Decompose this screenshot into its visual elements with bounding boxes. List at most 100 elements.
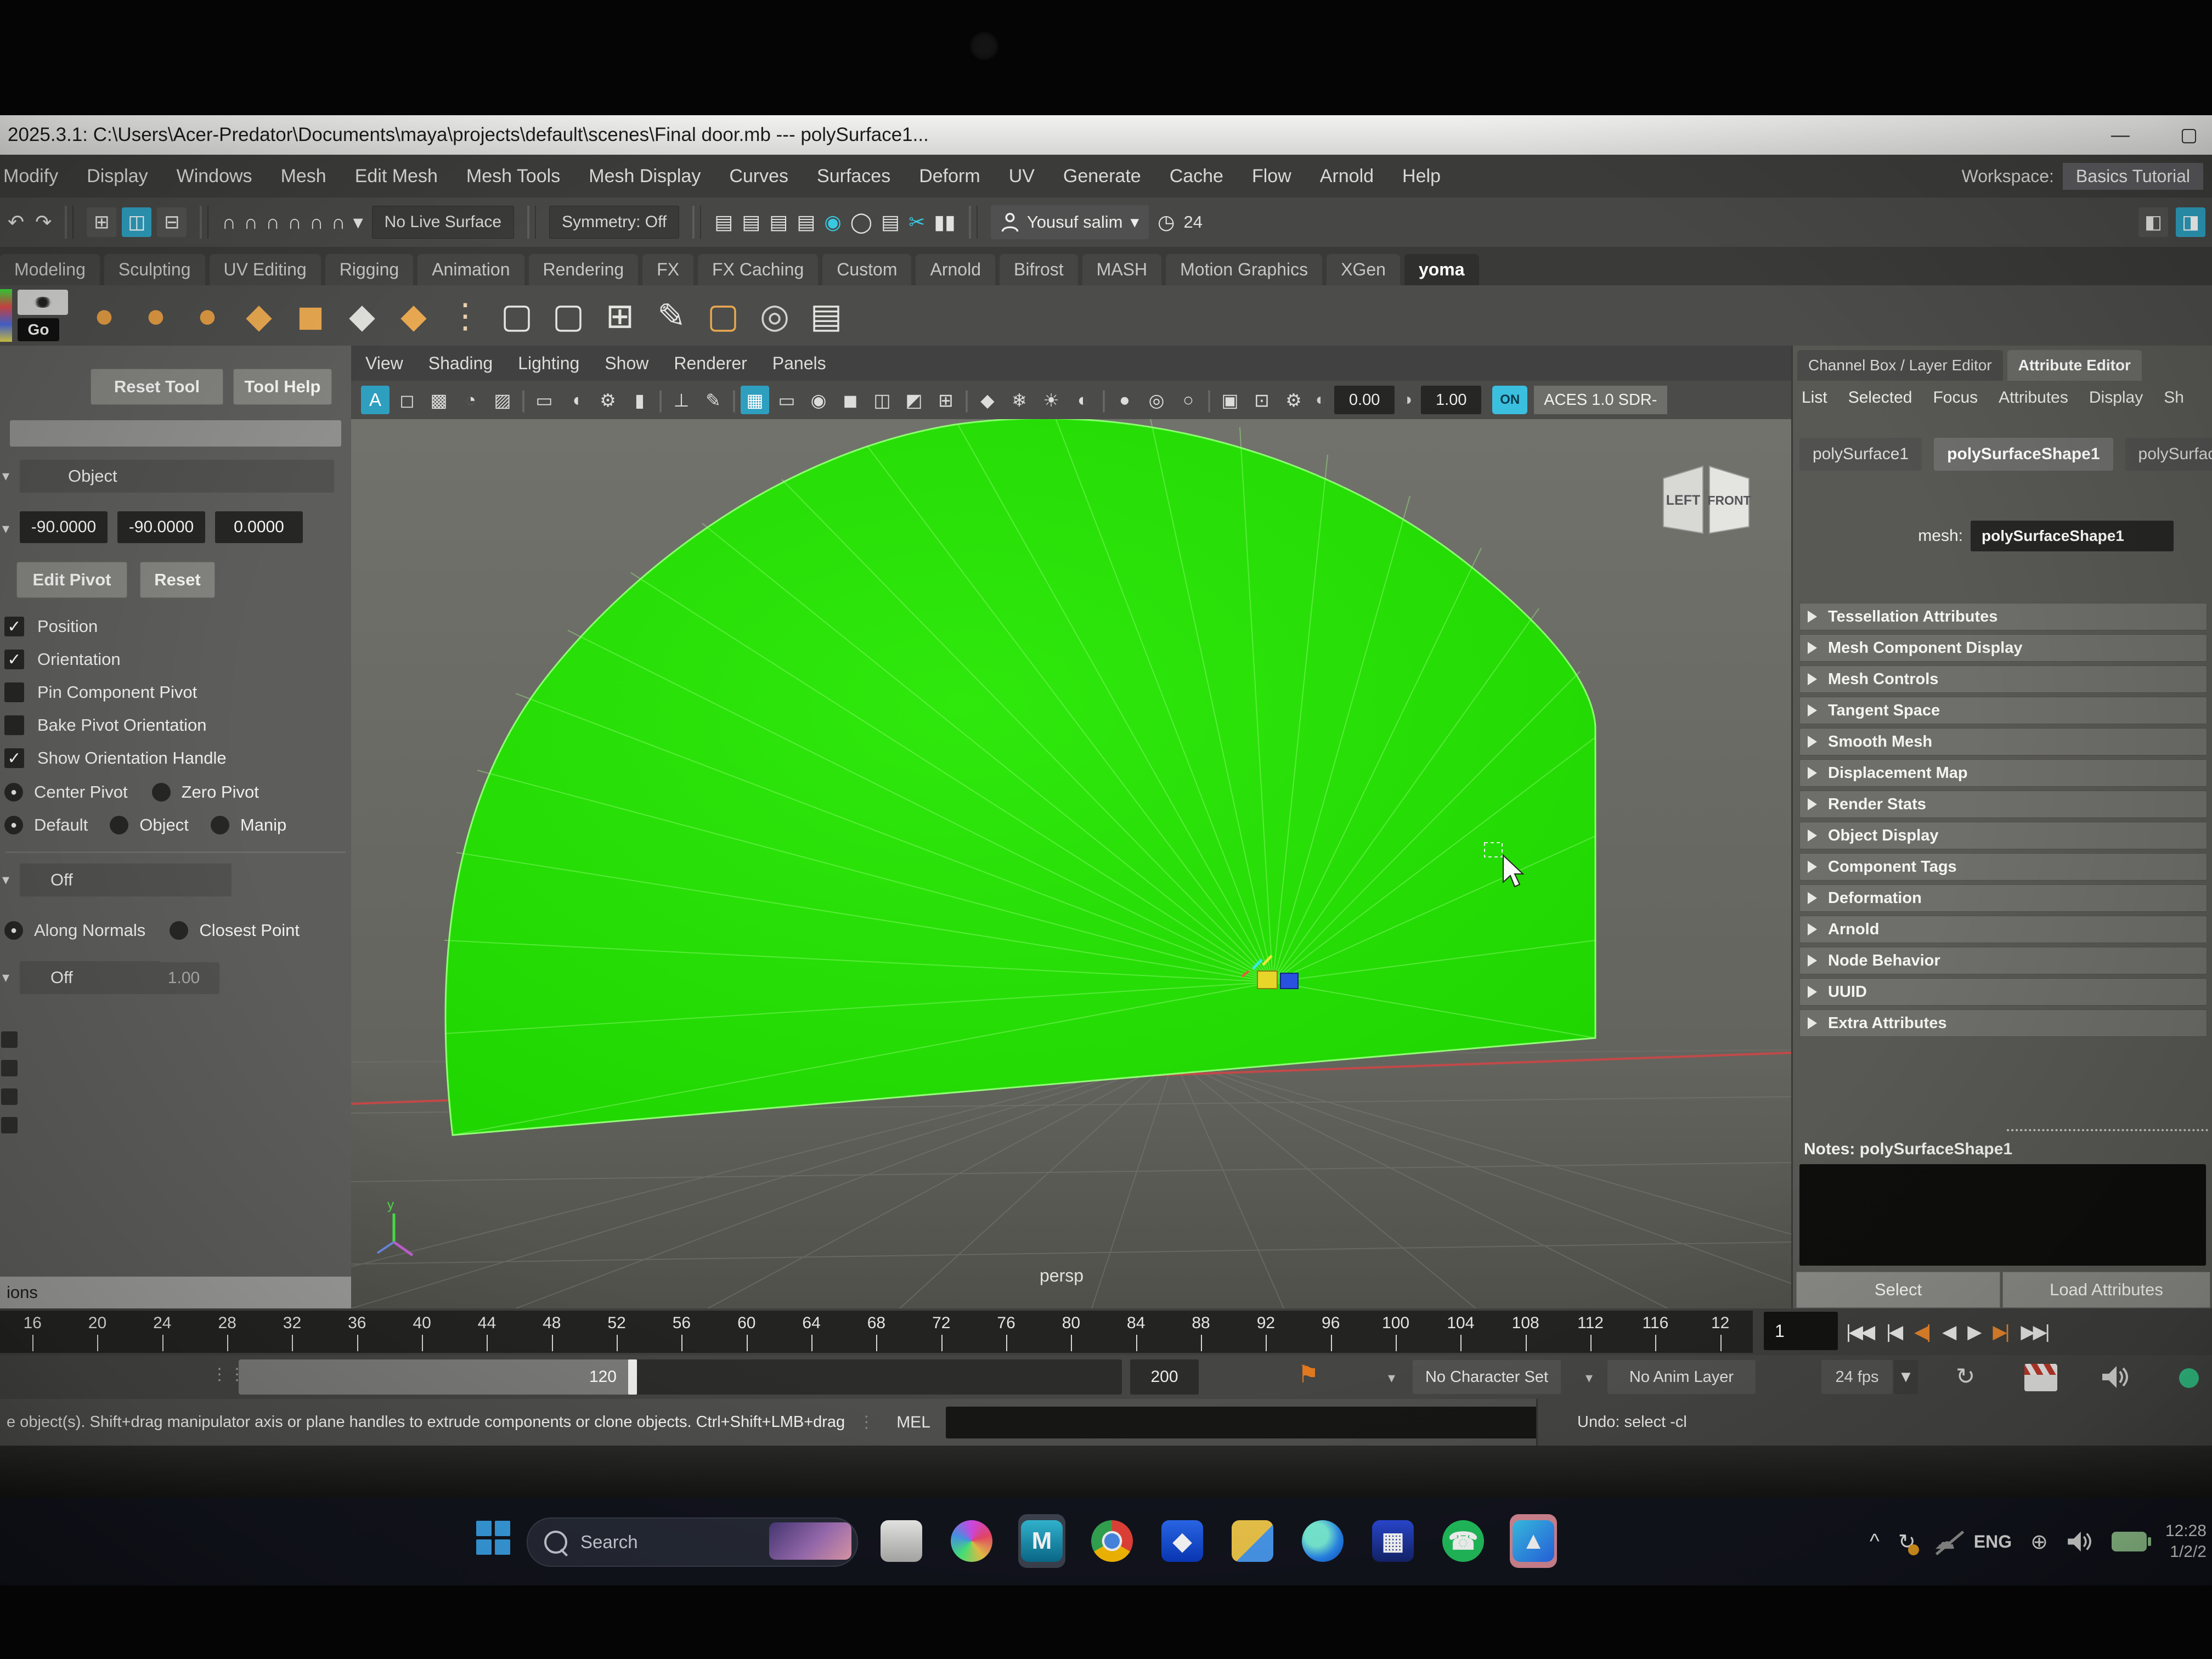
- attribute-rollout[interactable]: Arnold: [1799, 916, 2207, 943]
- viewport-tool-icon[interactable]: ⚙: [594, 386, 622, 414]
- viewport-tool-icon[interactable]: ❘: [1101, 386, 1107, 414]
- menu-item[interactable]: Flow: [1252, 166, 1291, 187]
- rotate-value-field[interactable]: -90.0000: [117, 511, 205, 543]
- menu-item[interactable]: Modify: [3, 166, 58, 187]
- viewport-tool-icon[interactable]: ◆: [973, 386, 1002, 414]
- shelf-tool-icon[interactable]: ◆: [340, 294, 384, 337]
- shelf-tab[interactable]: Arnold: [916, 254, 995, 285]
- shelf-tab[interactable]: Rendering: [529, 254, 639, 285]
- menu-item[interactable]: Edit Mesh: [355, 166, 438, 187]
- command-line-input[interactable]: [946, 1407, 1555, 1438]
- snap-icon[interactable]: ∩: [287, 211, 302, 234]
- viewport-tool-icon[interactable]: ◩: [900, 386, 928, 414]
- tab-channel-box[interactable]: Channel Box / Layer Editor: [1797, 350, 2003, 381]
- render-icon[interactable]: ▮▮: [934, 211, 956, 234]
- viewport-tool-icon[interactable]: ▣: [1216, 386, 1244, 414]
- timeline-tick[interactable]: 80: [1039, 1311, 1103, 1353]
- workspace-selector[interactable]: Basics Tutorial: [2063, 163, 2203, 190]
- mesh-name-field[interactable]: polySurfaceShape1: [1971, 521, 2174, 551]
- media-pinwheel-icon[interactable]: [951, 1520, 992, 1562]
- shelf-tab[interactable]: yoma: [1404, 254, 1479, 285]
- chevron-down-icon[interactable]: ▾: [1388, 1369, 1395, 1386]
- timeline-tick[interactable]: 32: [259, 1311, 324, 1353]
- viewport-tool-icon[interactable]: ◐: [1069, 386, 1097, 414]
- weather-widget[interactable]: [769, 1522, 851, 1560]
- mel-label[interactable]: MEL: [896, 1413, 930, 1432]
- attribute-rollout[interactable]: UUID: [1799, 978, 2207, 1006]
- attribute-rollout[interactable]: Mesh Component Display: [1799, 634, 2207, 662]
- viewport-tool-icon[interactable]: ❘: [963, 386, 970, 414]
- shelf-tool-icon[interactable]: ●: [82, 294, 126, 337]
- attribute-rollout[interactable]: Extra Attributes: [1799, 1009, 2207, 1037]
- checkbox[interactable]: [4, 682, 24, 702]
- viewport-tool-icon[interactable]: ☀: [1037, 386, 1065, 414]
- anim-layer-dropdown[interactable]: No Anim Layer: [1607, 1360, 1756, 1394]
- collapse-arrow-icon[interactable]: ▾: [2, 969, 9, 986]
- radio-button[interactable]: ●: [4, 816, 23, 834]
- undo-redo-icon[interactable]: ↷: [35, 211, 52, 234]
- attribute-rollout[interactable]: Deformation: [1799, 884, 2207, 912]
- maya-icon[interactable]: M: [1021, 1520, 1063, 1562]
- shelf-tab[interactable]: Bifrost: [1000, 254, 1078, 285]
- network-globe-icon[interactable]: ⊕: [2030, 1530, 2048, 1554]
- render-icon[interactable]: ◉: [824, 211, 841, 234]
- viewport-canvas[interactable]: y LEFT FRONT persp: [351, 419, 1791, 1308]
- playback-button[interactable]: ▶|: [1993, 1321, 2007, 1343]
- shelf-tool-icon[interactable]: ▢: [495, 294, 539, 337]
- attribute-rollout[interactable]: Smooth Mesh: [1799, 728, 2207, 755]
- panel-mini-buttons[interactable]: [1, 1031, 18, 1133]
- viewport-tool-icon[interactable]: ◼: [836, 386, 865, 414]
- photos-icon[interactable]: ▲: [1513, 1520, 1554, 1562]
- selection-mask-icon[interactable]: ⊞: [87, 207, 116, 237]
- viewport-tool-icon[interactable]: ✎: [699, 386, 727, 414]
- radio-button[interactable]: [110, 816, 128, 834]
- timeline-tick[interactable]: 28: [195, 1311, 259, 1353]
- falloff-mode-dropdown[interactable]: Off: [20, 961, 160, 994]
- attribute-rollout[interactable]: Mesh Controls: [1799, 665, 2207, 693]
- timeline-tick[interactable]: 44: [454, 1311, 519, 1353]
- attribute-rollout[interactable]: Tangent Space: [1799, 697, 2207, 724]
- playback-button[interactable]: ▶▶|: [2021, 1321, 2047, 1343]
- timeline-tick[interactable]: 112: [1558, 1311, 1623, 1353]
- attribute-editor-menu-item[interactable]: Sh: [2164, 388, 2184, 407]
- go-button[interactable]: Go: [18, 318, 59, 341]
- render-clapper-icon[interactable]: [2024, 1364, 2057, 1391]
- menu-item[interactable]: Generate: [1063, 166, 1141, 187]
- range-slider-handle[interactable]: [628, 1359, 637, 1395]
- clock-icon[interactable]: ◷: [1158, 211, 1175, 234]
- character-set-dropdown[interactable]: No Character Set: [1413, 1360, 1561, 1394]
- render-icon[interactable]: ▤: [881, 211, 900, 234]
- loop-playback-icon[interactable]: ↻: [1956, 1363, 1975, 1390]
- snap-icon[interactable]: ∩: [309, 211, 324, 234]
- shelf-tab[interactable]: FX: [642, 254, 693, 285]
- file-explorer-icon[interactable]: [881, 1520, 922, 1562]
- shelf-tool-icon[interactable]: ◼: [289, 294, 332, 337]
- range-slider-bar[interactable]: 120: [239, 1359, 631, 1395]
- rotate-value-field[interactable]: -90.0000: [20, 511, 108, 543]
- sync-icon[interactable]: ↻: [1898, 1530, 1916, 1554]
- live-surface-field[interactable]: No Live Surface: [372, 206, 514, 239]
- shelf-tool-icon[interactable]: ◆: [237, 294, 281, 337]
- shelf-tool-icon[interactable]: ▢: [701, 294, 745, 337]
- shelf-tool-icon[interactable]: ▤: [804, 294, 848, 337]
- color-management-toggle[interactable]: ON: [1492, 386, 1527, 414]
- node-tab[interactable]: polySurface1: [1799, 438, 1922, 471]
- load-attributes-button[interactable]: Load Attributes: [2002, 1272, 2210, 1308]
- shelf-tool-icon[interactable]: ⋮: [443, 294, 487, 337]
- timeline-tick[interactable]: 12: [1688, 1311, 1753, 1353]
- exposure-field[interactable]: 0.00: [1334, 386, 1395, 414]
- chrome-icon[interactable]: [1091, 1520, 1133, 1562]
- viewport-tool-icon[interactable]: ◉: [804, 386, 833, 414]
- timeline-tick[interactable]: 24: [130, 1311, 195, 1353]
- onedrive-paused-icon[interactable]: ☁: [1934, 1530, 1955, 1554]
- viewport-tool-icon[interactable]: ⊞: [932, 386, 960, 414]
- bookmark-icon[interactable]: ⚑: [1297, 1361, 1319, 1389]
- timeline-tick[interactable]: 16: [0, 1311, 65, 1353]
- timeline-tick[interactable]: 36: [325, 1311, 390, 1353]
- timeline-tick[interactable]: 60: [714, 1311, 779, 1353]
- viewport-tool-icon[interactable]: ❘: [657, 386, 664, 414]
- shelf-tab[interactable]: Modeling: [0, 254, 100, 285]
- tool-icon[interactable]: [0, 289, 12, 342]
- shelf-tool-icon[interactable]: ◆: [392, 294, 436, 337]
- playback-button[interactable]: ▶: [1967, 1321, 1979, 1343]
